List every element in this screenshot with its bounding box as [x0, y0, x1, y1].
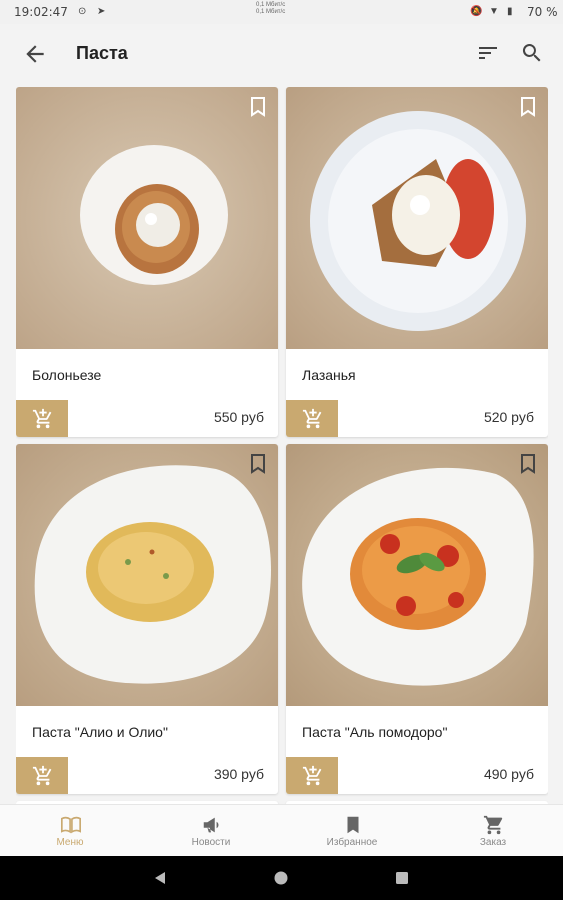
status-bar: 19:02:47 ⊙ ➤ 0,1 Мбит/с 0,1 Мбит/с 🔕 ▼ ▮… — [0, 0, 563, 24]
wifi-icon: ▼ — [489, 6, 499, 17]
product-name: Лазанья — [302, 367, 356, 383]
add-cart-icon — [32, 765, 52, 786]
product-name: Паста "Аль помодоро" — [302, 724, 448, 740]
status-time: 19:02:47 — [14, 5, 68, 19]
add-to-cart-button[interactable] — [286, 757, 338, 794]
product-card[interactable]: Болоньезе 550 руб — [16, 87, 278, 437]
add-cart-icon — [302, 408, 322, 429]
app-bar: Паста — [0, 24, 563, 84]
product-photo[interactable] — [16, 444, 278, 706]
bottom-navigation: Меню Новости Избранное Заказ — [0, 804, 563, 856]
sort-icon[interactable] — [476, 41, 500, 65]
bookmark-icon[interactable] — [250, 454, 266, 474]
product-card[interactable]: Лазанья 520 руб — [286, 87, 548, 437]
product-photo[interactable] — [16, 87, 278, 349]
add-to-cart-button[interactable] — [286, 400, 338, 437]
battery-icon: ▮ — [507, 6, 513, 17]
product-name: Болоньезе — [32, 367, 102, 383]
nav-label: Новости — [191, 837, 231, 848]
bookmark-icon[interactable] — [520, 454, 536, 474]
product-price: 390 руб — [213, 766, 264, 782]
mute-icon: 🔕 — [470, 6, 483, 17]
page-title: Паста — [76, 43, 128, 63]
arrow-left-icon[interactable] — [22, 41, 48, 67]
battery-level: 70 % — [527, 5, 558, 19]
product-price: 550 руб — [213, 409, 264, 425]
nav-item-order[interactable]: Заказ — [423, 805, 563, 857]
system-navigation-bar — [0, 856, 563, 900]
add-to-cart-button[interactable] — [16, 400, 68, 437]
nav-label: Меню — [56, 837, 84, 848]
recents-square-icon[interactable] — [394, 870, 410, 886]
add-to-cart-button[interactable] — [16, 757, 68, 794]
search-icon[interactable] — [520, 41, 544, 65]
nav-item-news[interactable]: Новости — [141, 805, 281, 857]
nav-label: Избранное — [326, 837, 378, 848]
bookmark-icon — [347, 816, 359, 834]
product-photo[interactable] — [286, 87, 548, 349]
product-price: 490 руб — [483, 766, 534, 782]
product-name: Паста "Алио и Олио" — [32, 724, 168, 740]
add-cart-icon — [302, 765, 322, 786]
bookmark-icon[interactable] — [520, 97, 536, 117]
telegram-icon: ➤ — [97, 6, 106, 17]
nav-item-menu[interactable]: Меню — [0, 805, 140, 857]
product-card[interactable]: Паста "Аль помодоро" 490 руб — [286, 444, 548, 794]
nav-label: Заказ — [479, 837, 507, 848]
add-cart-icon — [32, 408, 52, 429]
product-grid: Болоньезе 550 руб Лазанья 520 руб Паста … — [16, 87, 548, 804]
location-icon: ⊙ — [78, 6, 87, 17]
home-circle-icon[interactable] — [273, 870, 289, 886]
network-speed: 0,1 Мбит/с 0,1 Мбит/с — [256, 2, 286, 15]
nav-item-favorites[interactable]: Избранное — [282, 805, 422, 857]
app-screen: 19:02:47 ⊙ ➤ 0,1 Мбит/с 0,1 Мбит/с 🔕 ▼ ▮… — [0, 0, 563, 900]
back-triangle-icon[interactable] — [152, 870, 168, 886]
product-card[interactable]: Паста "Алио и Олио" 390 руб — [16, 444, 278, 794]
book-icon — [61, 816, 81, 834]
cart-icon — [483, 815, 503, 835]
megaphone-icon — [203, 817, 219, 833]
product-photo[interactable] — [286, 444, 548, 706]
bookmark-icon[interactable] — [250, 97, 266, 117]
product-price: 520 руб — [483, 409, 534, 425]
